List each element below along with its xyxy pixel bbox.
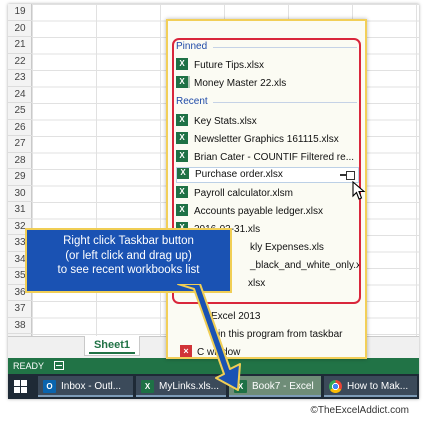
row-header[interactable]: 24 xyxy=(8,87,32,103)
file-name: Payroll calculator.xlsm xyxy=(194,188,293,199)
file-name: Purchase order.xlsx xyxy=(195,169,283,180)
excel-file-icon: X xyxy=(177,168,189,180)
row-header[interactable]: 27 xyxy=(8,136,32,153)
macro-record-icon[interactable] xyxy=(54,361,64,370)
row-header[interactable]: 38 xyxy=(8,318,32,334)
windows-logo-icon xyxy=(14,380,20,386)
excel-file-icon: X xyxy=(176,76,188,89)
row-header[interactable]: 19 xyxy=(8,4,32,21)
file-name: Future Tips.xlsx xyxy=(194,60,265,71)
row-header[interactable]: 22 xyxy=(8,54,32,70)
mouse-pointer-icon xyxy=(352,181,366,200)
taskbar-button-label: Inbox - Outl... xyxy=(61,381,122,392)
row-header[interactable]: 25 xyxy=(8,103,32,120)
file-name: Newsletter Graphics 161115.xlsx xyxy=(194,134,339,145)
excel-file-icon: X xyxy=(176,114,188,127)
taskbar-button-chrome[interactable]: How to Mak... xyxy=(324,376,417,397)
sheet-tab-sheet1[interactable]: Sheet1 xyxy=(84,336,140,356)
file-name: Key Stats.xlsx xyxy=(194,116,257,127)
callout-arrow xyxy=(177,284,241,391)
pinned-item[interactable]: X Future Tips.xlsx xyxy=(176,58,359,74)
recent-item[interactable]: X Brian Cater - COUNTIF Filtered re... xyxy=(176,150,359,166)
callout-line: to see recent workbooks list xyxy=(57,264,200,276)
outlook-icon: O xyxy=(43,380,56,393)
chrome-icon xyxy=(329,380,342,393)
file-name: kly Expenses.xls xyxy=(250,242,324,253)
windows-logo-icon xyxy=(21,380,27,386)
file-name: _black_and_white_only.xlsx xyxy=(250,260,359,271)
callout-line: Right click Taskbar button xyxy=(63,235,194,247)
row-header[interactable]: 30 xyxy=(8,186,32,202)
recent-item[interactable]: X Newsletter Graphics 161115.xlsx xyxy=(176,132,359,148)
recent-item[interactable]: X Payroll calculator.xlsm xyxy=(176,186,359,202)
excel-file-icon: X xyxy=(176,150,188,163)
taskbar-button-label: Book7 - Excel xyxy=(252,381,314,392)
row-header[interactable]: 26 xyxy=(8,120,32,136)
file-name: Accounts payable ledger.xlsx xyxy=(194,206,323,217)
pinned-item[interactable]: X Money Master 22.xls xyxy=(176,76,359,92)
copyright-notice: ©TheExcelAddict.com xyxy=(310,405,409,416)
start-button[interactable] xyxy=(14,380,27,393)
excel-file-icon: X xyxy=(176,186,188,199)
section-divider xyxy=(213,102,357,103)
row-header[interactable]: 37 xyxy=(8,301,32,318)
excel-file-icon: X xyxy=(176,204,188,217)
recent-heading: Recent xyxy=(176,96,208,107)
file-name: Brian Cater - COUNTIF Filtered re... xyxy=(194,152,355,163)
screenshot-frame: 19 20 21 22 23 24 25 26 27 28 29 30 31 3… xyxy=(8,4,419,399)
row-header[interactable]: 21 xyxy=(8,37,32,54)
excel-file-icon: X xyxy=(176,132,188,145)
excel-icon: X xyxy=(141,380,154,393)
row-header[interactable]: 28 xyxy=(8,153,32,169)
recent-item-hovered[interactable]: X Purchase order.xlsx xyxy=(176,167,359,183)
file-name: Money Master 22.xls xyxy=(194,78,287,89)
row-header[interactable]: 23 xyxy=(8,70,32,87)
row-header[interactable]: 20 xyxy=(8,21,32,37)
taskbar-button-label: How to Mak... xyxy=(347,381,409,392)
recent-item[interactable]: X Key Stats.xlsx xyxy=(176,114,359,130)
row-header[interactable]: 29 xyxy=(8,169,32,186)
section-divider xyxy=(213,47,357,48)
row-header[interactable]: 31 xyxy=(8,202,32,219)
recent-item[interactable]: X Accounts payable ledger.xlsx xyxy=(176,204,359,220)
status-ready-label: READY xyxy=(13,361,45,371)
taskbar-button-outlook[interactable]: O Inbox - Outl... xyxy=(38,376,133,397)
windows-logo-icon xyxy=(14,387,20,393)
pin-icon[interactable] xyxy=(340,171,355,180)
callout-line: (or left click and drag up) xyxy=(65,249,192,262)
windows-logo-icon xyxy=(21,387,27,393)
excel-file-icon: X xyxy=(176,58,188,71)
pinned-heading: Pinned xyxy=(176,41,208,52)
